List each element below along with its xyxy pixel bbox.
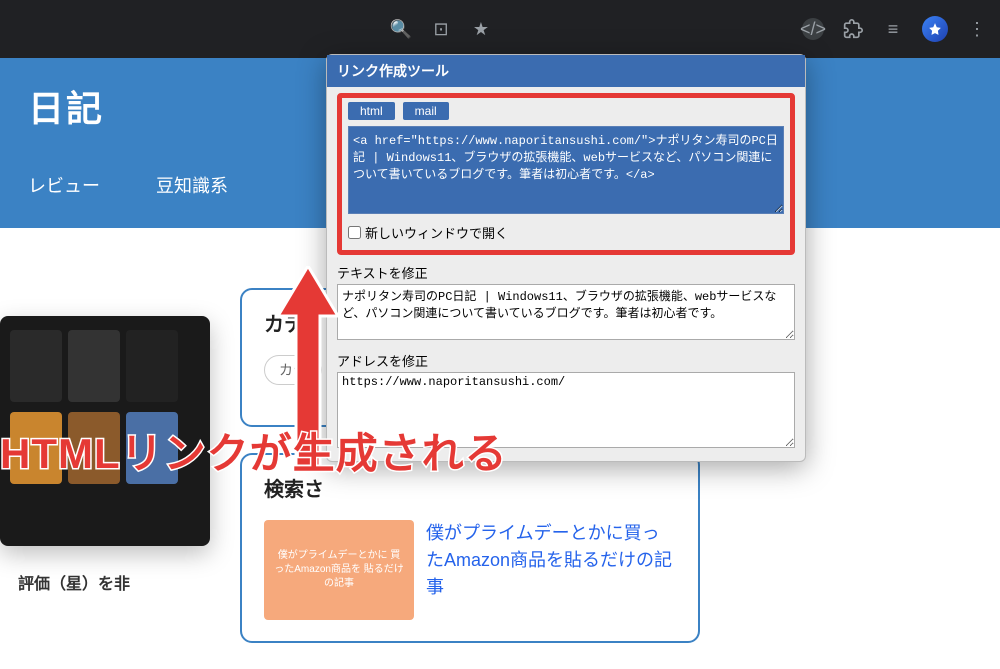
tab-mail[interactable]: mail <box>403 102 449 120</box>
search-section: 検索さ 僕がプライムデーとかに 買ったAmazon商品を 貼るだけの記事 僕がプ… <box>240 453 700 643</box>
thumbnail-caption: 評価（星）を非 <box>0 570 210 594</box>
extensions-puzzle-icon[interactable] <box>842 18 864 40</box>
link-creator-popup: リンク作成ツール html mail 新しいウィンドウで開く テキストを修正 ア… <box>326 54 806 462</box>
profile-avatar-icon[interactable] <box>922 16 948 42</box>
new-window-option[interactable]: 新しいウィンドウで開く <box>348 223 784 242</box>
fix-address-label: アドレスを修正 <box>337 351 795 370</box>
zoom-icon[interactable]: 🔍 <box>390 18 412 40</box>
highlight-box: html mail 新しいウィンドウで開く <box>337 93 795 255</box>
fix-text-label: テキストを修正 <box>337 263 795 282</box>
menu-lines-icon[interactable]: ≡ <box>882 18 904 40</box>
new-window-label: 新しいウィンドウで開く <box>365 223 508 242</box>
kebab-menu-icon[interactable]: ⋮ <box>966 18 988 40</box>
tab-html[interactable]: html <box>348 102 395 120</box>
browser-toolbar: 🔍 ⊡ ★ </> ≡ ⋮ <box>0 0 1000 58</box>
camera-icon[interactable]: ⊡ <box>430 18 452 40</box>
annotation-text: HTMLリンクが生成される <box>0 420 508 481</box>
article-card-text: 僕がプライムデーとかに 買ったAmazon商品を 貼るだけの記事 <box>274 549 404 591</box>
article-card-thumb[interactable]: 僕がプライムデーとかに 買ったAmazon商品を 貼るだけの記事 <box>264 520 414 620</box>
active-extension-icon[interactable]: </> <box>802 18 824 40</box>
bookmark-star-icon[interactable]: ★ <box>470 18 492 40</box>
generated-code-textarea[interactable] <box>348 126 784 214</box>
article-link[interactable]: 僕がプライムデーとかに買ったAmazon商品を貼るだけの記事 <box>426 523 672 597</box>
nav-item-trivia[interactable]: 豆知識系 <box>156 172 228 198</box>
popup-title: リンク作成ツール <box>327 55 805 87</box>
nav-item-review[interactable]: レビュー <box>28 172 100 198</box>
new-window-checkbox[interactable] <box>348 226 361 239</box>
fix-text-input[interactable] <box>337 284 795 340</box>
